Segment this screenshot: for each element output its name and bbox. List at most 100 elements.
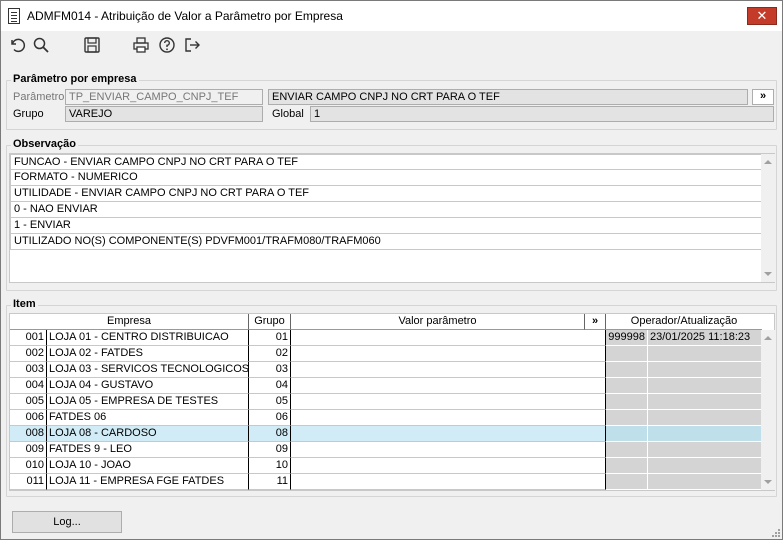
header-operador[interactable]: Operador/Atualização	[606, 314, 762, 330]
cell-empresa: LOJA 08 - CARDOSO	[47, 426, 249, 442]
cell-atualizacao	[648, 410, 762, 426]
cell-grupo: 08	[249, 426, 291, 442]
table-row[interactable]: 002 LOJA 02 - FATDES 02	[10, 346, 762, 362]
table-row[interactable]: 011 LOJA 11 - EMPRESA FGE FATDES 11	[10, 474, 762, 490]
cell-valor[interactable]	[291, 474, 606, 490]
table-row[interactable]: 008 LOJA 08 - CARDOSO 08	[10, 426, 762, 442]
cell-valor[interactable]	[291, 330, 606, 346]
cell-operador	[606, 378, 648, 394]
parametro-field[interactable]: TP_ENVIAR_CAMPO_CNPJ_TEF	[65, 89, 263, 105]
undo-icon[interactable]	[8, 36, 26, 54]
table-row[interactable]: 005 LOJA 05 - EMPRESA DE TESTES 05	[10, 394, 762, 410]
search-icon[interactable]	[32, 36, 50, 54]
cell-atualizacao	[648, 394, 762, 410]
cell-code: 004	[10, 378, 47, 394]
save-icon[interactable]	[83, 36, 101, 54]
observacao-textbox[interactable]: FUNCAO - ENVIAR CAMPO CNPJ NO CRT PARA O…	[9, 153, 775, 283]
cell-empresa: LOJA 02 - FATDES	[47, 346, 249, 362]
cell-operador: 999998	[606, 330, 648, 346]
cell-atualizacao	[648, 346, 762, 362]
table-row[interactable]: 010 LOJA 10 - JOAO 10	[10, 458, 762, 474]
header-valor[interactable]: Valor parâmetro	[291, 314, 585, 330]
cell-code: 002	[10, 346, 47, 362]
parametro-label: Parâmetro	[13, 91, 65, 103]
observacao-group-legend: Observação	[11, 138, 78, 150]
table-row[interactable]: 009 FATDES 9 - LEO 09	[10, 442, 762, 458]
main-window: ADMFM014 - Atribuição de Valor a Parâmet…	[0, 0, 783, 540]
scroll-down-icon[interactable]	[764, 272, 772, 276]
scroll-up-icon[interactable]	[764, 336, 772, 340]
toolbar	[1, 31, 782, 59]
cell-atualizacao	[648, 474, 762, 490]
parametro-group: Parâmetro por empresa	[6, 73, 777, 130]
cell-valor[interactable]	[291, 346, 606, 362]
cell-valor[interactable]	[291, 426, 606, 442]
cell-grupo: 06	[249, 410, 291, 426]
grupo-field: VAREJO	[65, 106, 263, 122]
cell-empresa: LOJA 03 - SERVICOS TECNOLOGICOS LT	[47, 362, 249, 378]
cell-grupo: 10	[249, 458, 291, 474]
cell-code: 008	[10, 426, 47, 442]
cell-atualizacao	[648, 458, 762, 474]
cell-operador	[606, 346, 648, 362]
item-group-legend: Item	[11, 298, 38, 310]
header-empresa-label: Empresa	[106, 315, 152, 327]
cell-operador	[606, 362, 648, 378]
cell-valor[interactable]	[291, 378, 606, 394]
cell-grupo: 02	[249, 346, 291, 362]
global-field: 1	[310, 106, 774, 122]
cell-valor[interactable]	[291, 458, 606, 474]
header-empresa[interactable]: Empresa	[10, 314, 249, 330]
cell-code: 005	[10, 394, 47, 410]
title-bar[interactable]: ADMFM014 - Atribuição de Valor a Parâmet…	[1, 1, 782, 31]
help-icon[interactable]	[158, 36, 176, 54]
parametro-group-legend: Parâmetro por empresa	[11, 73, 139, 85]
cell-valor[interactable]	[291, 410, 606, 426]
table-row[interactable]: 001 LOJA 01 - CENTRO DISTRIBUICAO 01 999998…	[10, 330, 762, 346]
table-row[interactable]: 006 FATDES 06 06	[10, 410, 762, 426]
table-row[interactable]: 003 LOJA 03 - SERVICOS TECNOLOGICOS LT 03	[10, 362, 762, 378]
cell-code: 003	[10, 362, 47, 378]
cell-grupo: 04	[249, 378, 291, 394]
cell-valor[interactable]	[291, 394, 606, 410]
observacao-line: UTILIZADO NO(S) COMPONENTE(S) PDVFM001/T…	[10, 234, 762, 250]
cell-operador	[606, 442, 648, 458]
empresa-grid[interactable]: Empresa Grupo Valor parâmetro » Operador…	[9, 313, 775, 491]
cell-empresa: LOJA 01 - CENTRO DISTRIBUICAO	[47, 330, 249, 346]
cell-operador	[606, 458, 648, 474]
log-button-label: Log...	[53, 516, 81, 528]
cell-operador	[606, 394, 648, 410]
table-row[interactable]: 004 LOJA 04 - GUSTAVO 04	[10, 378, 762, 394]
cell-operador	[606, 410, 648, 426]
cell-operador	[606, 474, 648, 490]
descricao-field: ENVIAR CAMPO CNPJ NO CRT PARA O TEF	[268, 89, 748, 105]
cell-empresa: FATDES 9 - LEO	[47, 442, 249, 458]
exit-icon[interactable]	[183, 36, 201, 54]
close-button[interactable]: ✕	[747, 7, 777, 25]
cell-empresa: LOJA 05 - EMPRESA DE TESTES	[47, 394, 249, 410]
header-more-button[interactable]: »	[585, 314, 606, 330]
cell-valor[interactable]	[291, 442, 606, 458]
scroll-up-icon[interactable]	[764, 160, 772, 164]
cell-grupo: 05	[249, 394, 291, 410]
window-title: ADMFM014 - Atribuição de Valor a Parâmet…	[27, 9, 343, 23]
cell-empresa: LOJA 10 - JOAO	[47, 458, 249, 474]
cell-code: 010	[10, 458, 47, 474]
header-grupo[interactable]: Grupo	[249, 314, 291, 330]
log-button[interactable]: Log...	[12, 511, 122, 533]
cell-valor[interactable]	[291, 362, 606, 378]
parametro-more-button[interactable]: »	[752, 89, 774, 105]
grid-scrollbar[interactable]	[761, 330, 775, 490]
observacao-line: 1 - ENVIAR	[10, 218, 762, 234]
cell-empresa: LOJA 04 - GUSTAVO	[47, 378, 249, 394]
observacao-line: FUNCAO - ENVIAR CAMPO CNPJ NO CRT PARA O…	[10, 154, 762, 170]
scroll-down-icon[interactable]	[764, 480, 772, 484]
cell-code: 011	[10, 474, 47, 490]
observacao-scrollbar[interactable]	[761, 154, 775, 282]
cell-atualizacao	[648, 378, 762, 394]
print-icon[interactable]	[132, 36, 150, 54]
cell-code: 006	[10, 410, 47, 426]
resize-grip-icon[interactable]	[770, 527, 780, 537]
global-label: Global	[272, 108, 304, 120]
cell-atualizacao	[648, 362, 762, 378]
